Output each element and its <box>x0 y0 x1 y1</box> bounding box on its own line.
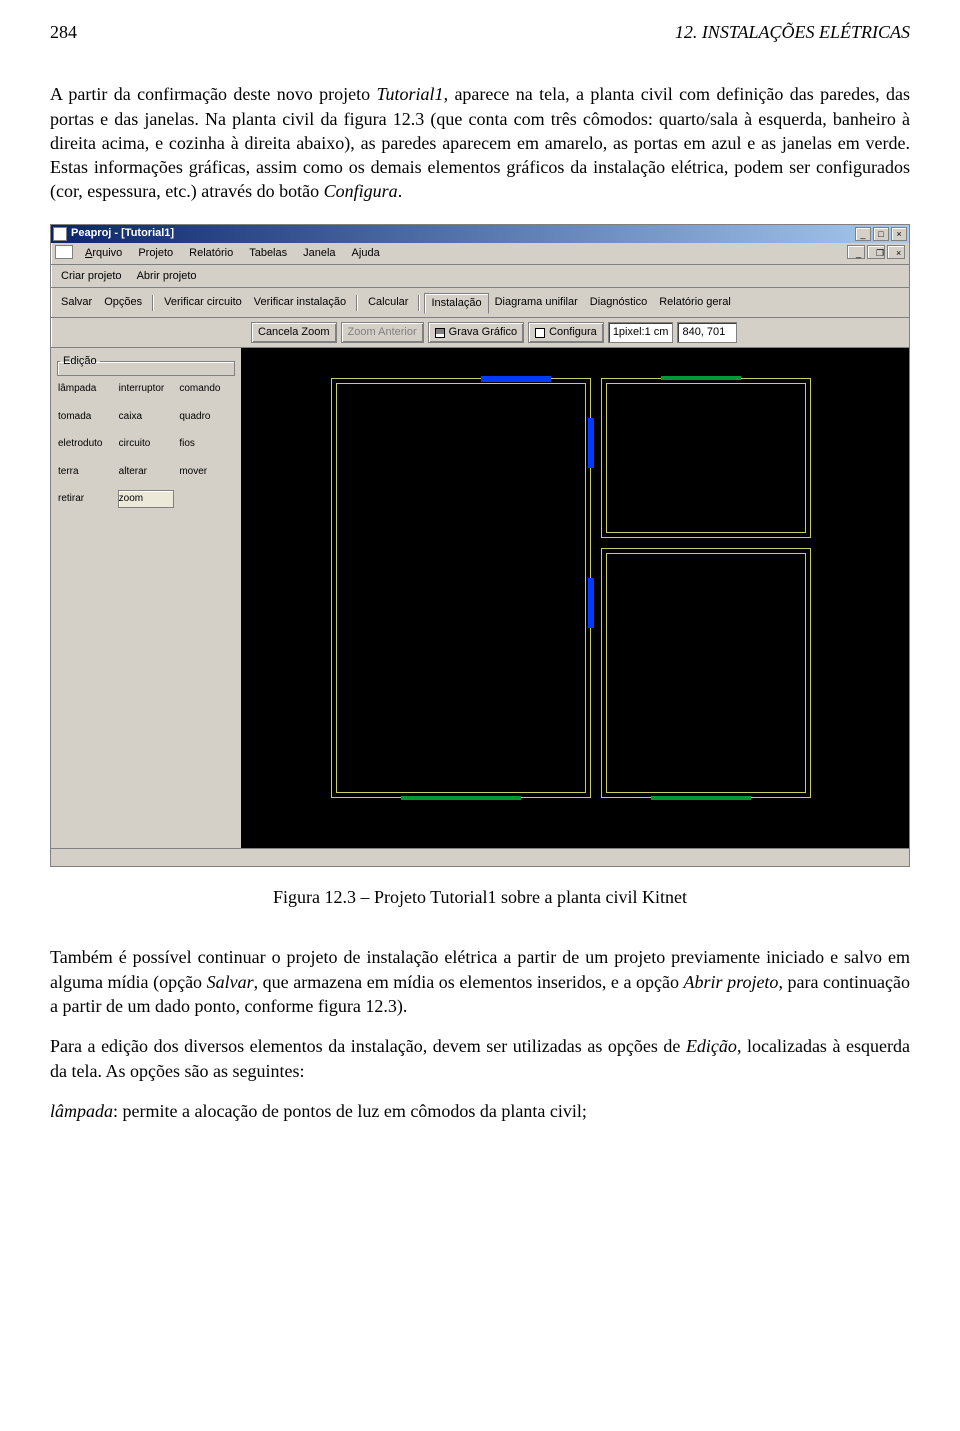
edit-panel: Edição lâmpadainterruptorcomando tomadaca… <box>51 348 241 848</box>
text-italic: Tutorial1 <box>377 84 444 104</box>
edit-tool-terra[interactable]: terra <box>57 463 114 481</box>
page-number: 284 <box>50 20 77 44</box>
edit-tool-tomada[interactable]: tomada <box>57 408 114 426</box>
edit-tool-alterar[interactable]: alterar <box>118 463 175 481</box>
edit-fieldset: Edição <box>57 354 235 376</box>
paragraph-lampada: lâmpada: permite a alocação de pontos de… <box>50 1099 910 1123</box>
edit-tool-eletroduto[interactable]: eletroduto <box>57 435 114 453</box>
edit-tool-interruptor[interactable]: interruptor <box>118 380 175 398</box>
edit-legend: Edição <box>60 354 100 369</box>
text-italic: Salvar <box>207 972 254 992</box>
calculate-button[interactable]: Calcular <box>362 293 414 312</box>
app-icon <box>53 227 67 241</box>
menubar: AArquivorquivo Projeto Relatório Tabelas… <box>51 243 909 265</box>
menu-projeto[interactable]: Projeto <box>130 245 181 262</box>
menu-janela[interactable]: Janela <box>295 245 343 262</box>
edit-tool-lâmpada[interactable]: lâmpada <box>57 380 114 398</box>
edit-tool-fios[interactable]: fios <box>178 435 235 453</box>
mdi-close-button[interactable]: × <box>887 245 905 259</box>
paragraph-continue: Também é possível continuar o projeto de… <box>50 945 910 1018</box>
paragraph-edit: Para a edição dos diversos elementos da … <box>50 1034 910 1083</box>
gear-icon <box>535 328 545 338</box>
mdi-window-buttons: _ ❐ × <box>847 245 905 262</box>
window-title: Peaproj - [Tutorial1] <box>71 226 855 241</box>
figure-caption: Figura 12.3 – Projeto Tutorial1 sobre a … <box>50 885 910 909</box>
label: Configura <box>549 325 597 340</box>
toolbar-actions: Salvar Opções Verificar circuito Verific… <box>51 288 909 318</box>
chapter-title: 12. INSTALAÇÕES ELÉTRICAS <box>675 20 910 44</box>
cancel-zoom-button[interactable]: Cancela Zoom <box>251 322 337 343</box>
verify-circuit-button[interactable]: Verificar circuito <box>158 293 248 312</box>
separator-icon <box>418 295 420 311</box>
edit-tool-comando[interactable]: comando <box>178 380 235 398</box>
door-marker <box>481 376 551 382</box>
scale-field[interactable]: 1pixel:1 cm <box>608 322 674 343</box>
page-header: 284 12. INSTALAÇÕES ELÉTRICAS <box>50 20 910 44</box>
room-wall <box>606 553 806 793</box>
tab-diagram[interactable]: Diagrama unifilar <box>489 293 584 312</box>
drawing-canvas[interactable] <box>241 348 909 848</box>
edit-tool-circuito[interactable]: circuito <box>118 435 175 453</box>
text-italic: Configura <box>324 181 398 201</box>
text: A partir da confirmação deste novo proje… <box>50 84 377 104</box>
open-project-button[interactable]: Abrir projeto <box>131 268 203 284</box>
maximize-button[interactable]: □ <box>873 227 889 241</box>
menu-relatorio[interactable]: Relatório <box>181 245 241 262</box>
workarea: Edição lâmpadainterruptorcomando tomadaca… <box>51 348 909 848</box>
label: Grava Gráfico <box>449 325 517 340</box>
door-marker <box>588 418 594 468</box>
door-marker <box>588 578 594 628</box>
edit-grid: lâmpadainterruptorcomando tomadacaixaquad… <box>57 380 235 508</box>
edit-tool-caixa[interactable]: caixa <box>118 408 175 426</box>
menu-tabelas[interactable]: Tabelas <box>241 245 295 262</box>
tab-diagnosis[interactable]: Diagnóstico <box>584 293 653 312</box>
window-marker <box>401 796 521 800</box>
edit-tool-retirar[interactable]: retirar <box>57 490 114 508</box>
mdi-restore-button[interactable]: ❐ <box>867 245 885 259</box>
menu-ajuda[interactable]: Ajuda <box>344 245 388 262</box>
window-marker <box>651 796 751 800</box>
toolbar-view: Cancela Zoom Zoom Anterior Grava Gráfico… <box>51 318 909 348</box>
coords-field[interactable]: 840, 701 <box>677 322 737 343</box>
embedded-app-window: Peaproj - [Tutorial1] _ □ × AArquivorqui… <box>50 224 910 867</box>
window-marker <box>661 376 741 380</box>
separator-icon <box>152 295 154 311</box>
text-italic: Abrir projeto <box>684 972 779 992</box>
configure-button[interactable]: Configura <box>528 322 604 343</box>
prev-zoom-button[interactable]: Zoom Anterior <box>341 322 424 343</box>
disk-icon <box>435 328 445 338</box>
save-graphic-button[interactable]: Grava Gráfico <box>428 322 524 343</box>
save-button[interactable]: Salvar <box>55 293 98 312</box>
text-italic: Edição <box>686 1036 737 1056</box>
minimize-button[interactable]: _ <box>855 227 871 241</box>
text: Para a edição dos diversos elementos da … <box>50 1036 686 1056</box>
tab-report[interactable]: Relatório geral <box>653 293 737 312</box>
room-wall <box>336 383 586 793</box>
separator-icon <box>356 295 358 311</box>
titlebar: Peaproj - [Tutorial1] _ □ × <box>51 225 909 243</box>
text: . <box>398 181 403 201</box>
text: , que armazena em mídia os elementos ins… <box>254 972 684 992</box>
verify-install-button[interactable]: Verificar instalação <box>248 293 352 312</box>
create-project-button[interactable]: Criar projeto <box>55 268 128 284</box>
edit-tool-mover[interactable]: mover <box>178 463 235 481</box>
toolbar-project: Criar projeto Abrir projeto <box>51 265 909 289</box>
menu-arquivo[interactable]: AArquivorquivo <box>77 245 130 262</box>
text: : permite a alocação de pontos de luz em… <box>113 1101 587 1121</box>
close-button[interactable]: × <box>891 227 907 241</box>
tab-installation[interactable]: Instalação <box>424 293 488 314</box>
statusbar <box>51 848 909 866</box>
options-button[interactable]: Opções <box>98 293 148 312</box>
edit-tool-zoom[interactable]: zoom <box>118 490 175 508</box>
window-buttons: _ □ × <box>855 227 907 241</box>
edit-tool-quadro[interactable]: quadro <box>178 408 235 426</box>
paragraph-intro: A partir da confirmação deste novo proje… <box>50 82 910 203</box>
mdi-icon <box>55 245 73 259</box>
mdi-minimize-button[interactable]: _ <box>847 245 865 259</box>
text-italic: lâmpada <box>50 1101 113 1121</box>
room-wall <box>606 383 806 533</box>
